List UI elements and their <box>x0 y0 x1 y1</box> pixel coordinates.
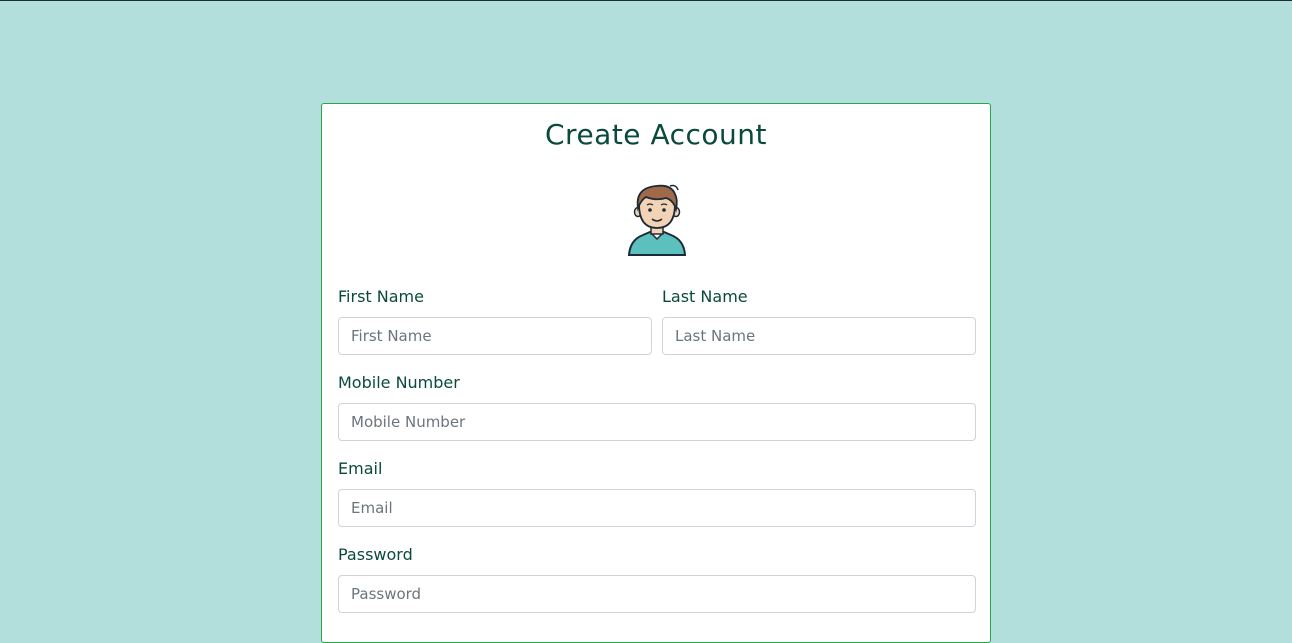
last-name-label: Last Name <box>662 287 748 306</box>
mobile-number-input[interactable] <box>338 403 976 441</box>
password-label: Password <box>338 545 413 564</box>
password-input[interactable] <box>338 575 976 613</box>
page-title: Create Account <box>545 118 767 151</box>
email-input[interactable] <box>338 489 976 527</box>
first-name-input[interactable] <box>338 317 652 355</box>
user-avatar-icon <box>627 184 687 256</box>
mobile-number-label: Mobile Number <box>338 373 460 392</box>
last-name-input[interactable] <box>662 317 976 355</box>
create-account-card: Create Account First Name Last Name Mobi… <box>321 103 991 643</box>
top-border-line <box>0 0 1292 1</box>
email-label: Email <box>338 459 383 478</box>
first-name-label: First Name <box>338 287 424 306</box>
